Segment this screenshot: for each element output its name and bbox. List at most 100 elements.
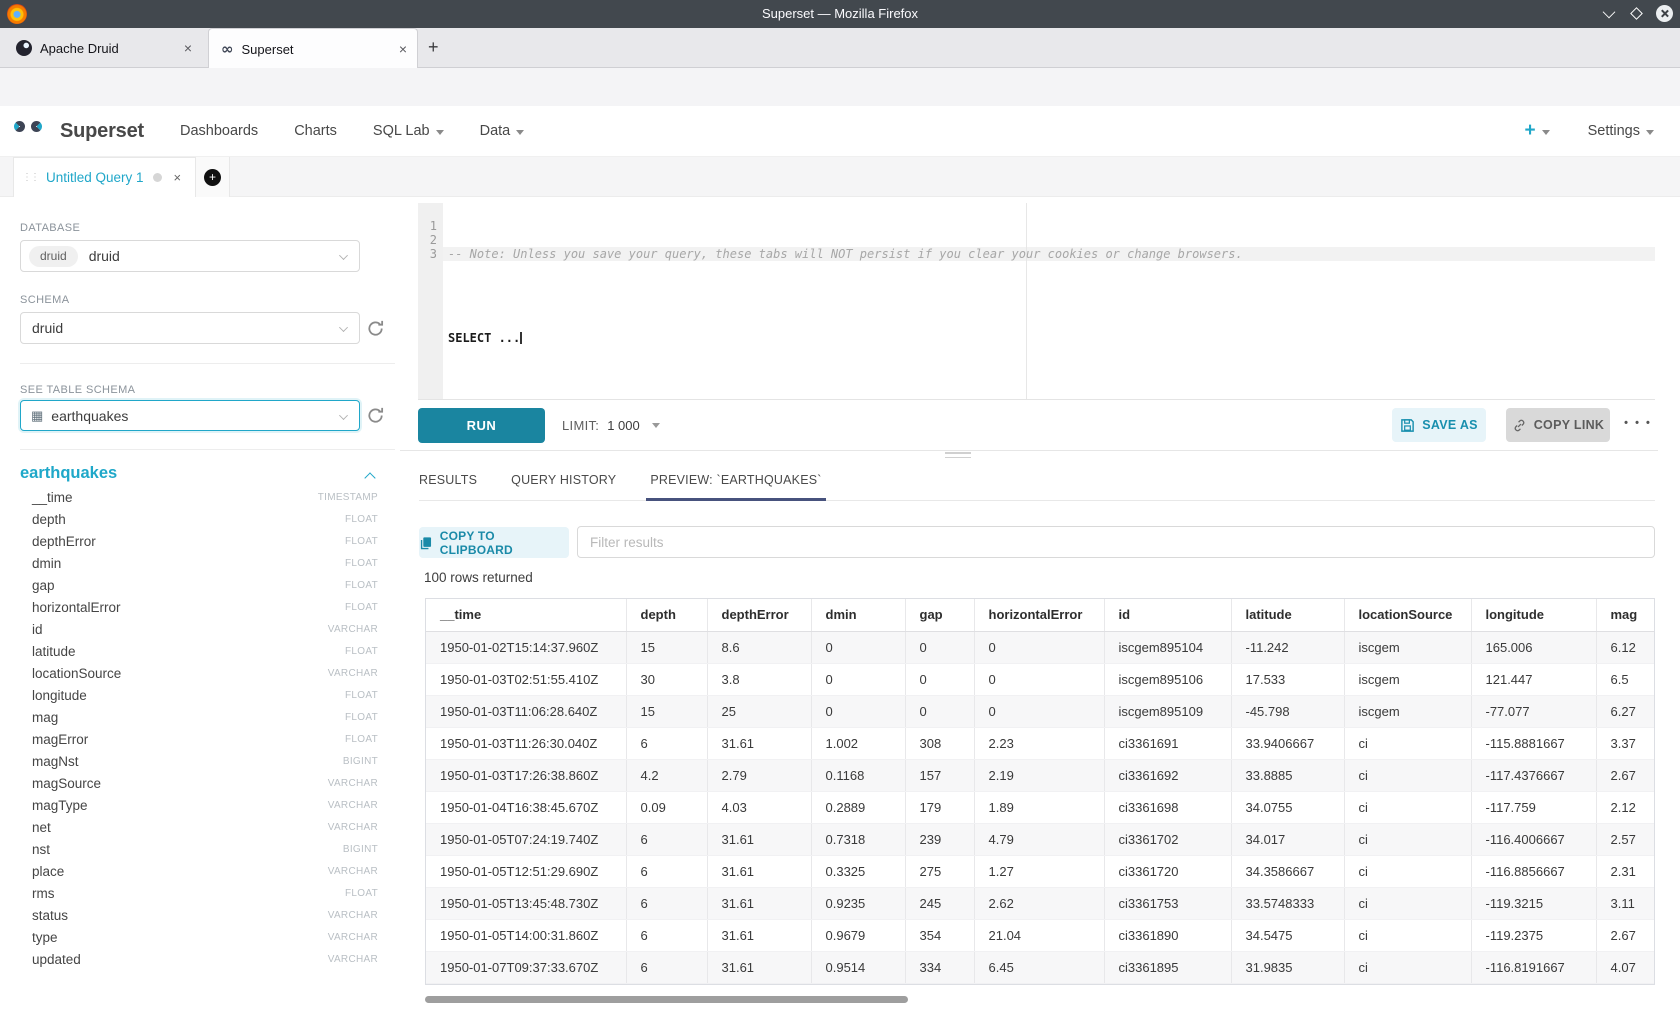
table-select[interactable]: ▦ earthquakes [20, 400, 360, 431]
schema-select[interactable]: druid [20, 312, 360, 344]
results-header-cell[interactable]: depthError [707, 599, 811, 631]
table-cell: 0 [974, 631, 1104, 663]
sql-editor[interactable]: 1 2 3 -- Note: Unless you save your quer… [418, 203, 1655, 400]
column-name: id [32, 622, 328, 637]
schema-column-row: placeVARCHAR [20, 860, 378, 882]
table-cell: 1950-01-05T14:00:31.860Z [426, 919, 626, 951]
column-name: magNst [32, 754, 343, 769]
add-query-tab-tile[interactable]: + [196, 157, 230, 197]
column-type: FLOAT [345, 558, 378, 569]
table-row: 1950-01-04T16:38:45.670Z0.094.030.288917… [426, 791, 1655, 823]
refresh-schema-icon[interactable] [366, 319, 385, 338]
table-cell: ci [1344, 951, 1471, 983]
drag-handle-icon[interactable]: ⋮⋮ [22, 173, 38, 183]
resize-grip-icon[interactable] [945, 452, 971, 461]
table-cell: 0.9514 [811, 951, 905, 983]
query-tab-untitled[interactable]: ⋮⋮ Untitled Query 1 × [13, 157, 196, 197]
table-schema-title[interactable]: earthquakes [20, 464, 117, 483]
tab-query-history[interactable]: QUERY HISTORY [511, 462, 616, 500]
new-tab-button[interactable]: + [428, 37, 439, 57]
text-cursor [520, 332, 522, 344]
schema-column-row: horizontalErrorFLOAT [20, 596, 378, 618]
column-name: dmin [32, 556, 345, 571]
table-cell: 1950-01-07T09:37:33.670Z [426, 951, 626, 983]
results-header-cell[interactable]: mag [1596, 599, 1655, 631]
table-cell: 17.533 [1231, 663, 1344, 695]
results-header-cell[interactable]: latitude [1231, 599, 1344, 631]
table-cell: ci [1344, 727, 1471, 759]
browser-tab-superset[interactable]: ∞ Superset × [208, 28, 418, 69]
table-cell: 1950-01-05T13:45:48.730Z [426, 887, 626, 919]
column-name: mag [32, 710, 345, 725]
tab-results[interactable]: RESULTS [419, 462, 477, 500]
nav-item-dashboards[interactable]: Dashboards [180, 123, 258, 139]
browser-tab-apache-druid[interactable]: Apache Druid × [6, 28, 202, 68]
table-cell: 31.61 [707, 855, 811, 887]
table-cell: ci [1344, 759, 1471, 791]
table-cell: 31.61 [707, 919, 811, 951]
table-cell: 121.447 [1471, 663, 1596, 695]
table-cell: 4.03 [707, 791, 811, 823]
database-label: DATABASE [20, 222, 80, 234]
chevron-up-icon[interactable] [364, 472, 375, 483]
column-name: type [32, 930, 328, 945]
table-row: 1950-01-05T12:51:29.690Z631.610.33252751… [426, 855, 1655, 887]
nav-item-data[interactable]: Data [480, 123, 525, 139]
unsaved-indicator-dot [153, 173, 162, 182]
column-name: depth [32, 512, 345, 527]
table-cell: ci3361702 [1104, 823, 1231, 855]
column-name: place [32, 864, 328, 879]
superset-brand[interactable]: Superset [60, 120, 144, 143]
table-cell: -11.242 [1231, 631, 1344, 663]
nav-item-sql-lab[interactable]: SQL Lab [373, 123, 444, 139]
results-header-cell[interactable]: horizontalError [974, 599, 1104, 631]
results-header-cell[interactable]: id [1104, 599, 1231, 631]
limit-value: 1 000 [607, 418, 640, 433]
tab-preview-earthquakes[interactable]: PREVIEW: `EARTHQUAKES` [650, 462, 821, 500]
limit-dropdown[interactable]: LIMIT: 1 000 [562, 418, 660, 433]
column-name: magSource [32, 776, 328, 791]
database-select[interactable]: druid druid [20, 240, 360, 272]
refresh-table-icon[interactable] [366, 406, 385, 425]
results-header-cell[interactable]: depth [626, 599, 707, 631]
results-header-cell[interactable]: locationSource [1344, 599, 1471, 631]
schema-column-row: statusVARCHAR [20, 904, 378, 926]
settings-menu[interactable]: Settings [1588, 123, 1654, 139]
window-close-icon[interactable] [1656, 5, 1673, 22]
add-query-tab-icon[interactable]: + [204, 169, 221, 186]
tab-close-icon[interactable]: × [399, 41, 407, 57]
more-options-icon[interactable]: • • • [1620, 417, 1656, 429]
table-cell: 2.62 [974, 887, 1104, 919]
run-button[interactable]: RUN [418, 408, 545, 443]
results-header-cell[interactable]: __time [426, 599, 626, 631]
table-cell: ci3361895 [1104, 951, 1231, 983]
filter-results-input[interactable] [577, 526, 1655, 558]
table-cell: 0.9679 [811, 919, 905, 951]
add-new-button[interactable]: + [1524, 120, 1549, 142]
table-row: 1950-01-07T09:37:33.670Z631.610.95143346… [426, 951, 1655, 983]
editor-gutter: 1 2 3 [418, 203, 443, 400]
schema-column-row: nstBIGINT [20, 838, 378, 860]
table-cell: 0.9235 [811, 887, 905, 919]
column-name: longitude [32, 688, 345, 703]
tab-close-icon[interactable]: × [184, 40, 192, 56]
horizontal-scrollbar[interactable] [425, 996, 908, 1003]
results-header-cell[interactable]: dmin [811, 599, 905, 631]
table-cell: -119.3215 [1471, 887, 1596, 919]
results-header-cell[interactable]: longitude [1471, 599, 1596, 631]
table-cell: 15 [626, 695, 707, 727]
superset-logo-icon[interactable] [14, 118, 54, 144]
save-as-button[interactable]: SAVE AS [1392, 408, 1486, 442]
table-cell: 0 [974, 663, 1104, 695]
table-cell: 2.67 [1596, 919, 1655, 951]
copy-link-button[interactable]: COPY LINK [1506, 408, 1610, 442]
nav-item-charts[interactable]: Charts [294, 123, 337, 139]
copy-to-clipboard-button[interactable]: COPY TO CLIPBOARD [419, 527, 569, 558]
table-cell: 0.2889 [811, 791, 905, 823]
table-cell: 3.11 [1596, 887, 1655, 919]
results-header-cell[interactable]: gap [905, 599, 974, 631]
table-cell: 275 [905, 855, 974, 887]
query-tab-close-icon[interactable]: × [174, 170, 182, 185]
chevron-down-icon [436, 130, 444, 135]
table-cell: 2.79 [707, 759, 811, 791]
